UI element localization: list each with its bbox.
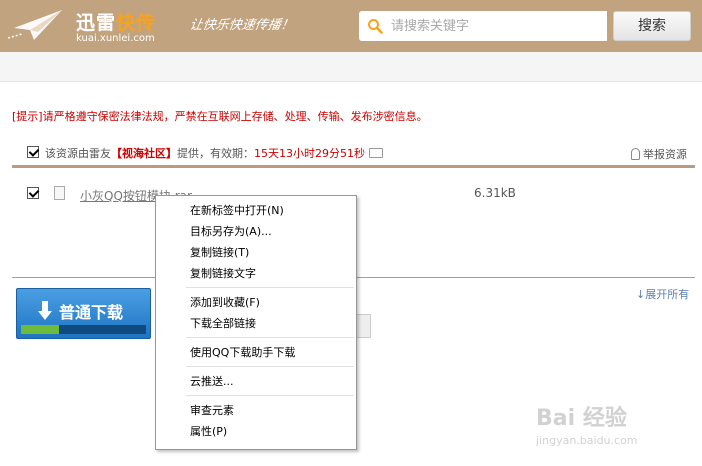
sub-header-band	[0, 52, 702, 82]
baidu-watermark: Bai 经验 jingyan.baidu.com	[536, 400, 666, 452]
section-divider	[12, 165, 695, 168]
file-checkbox[interactable]	[27, 187, 39, 199]
brand-title: 迅雷快传	[76, 8, 156, 35]
search-button[interactable]: 搜索	[613, 11, 691, 41]
top-header: 迅雷快传 kuai.xunlei.com 让快乐快速传播！ 搜索	[0, 0, 702, 52]
menu-separator	[186, 337, 354, 338]
search-box	[359, 11, 607, 41]
resource-info: 该资源由雷友【视海社区】提供，有效期：15天13小时29分51秒	[45, 145, 383, 163]
context-menu-item[interactable]: 属性(P)	[156, 421, 356, 442]
search-input[interactable]	[391, 11, 601, 41]
partially-hidden-button[interactable]	[355, 314, 371, 338]
watermark-url: jingyan.baidu.com	[536, 434, 638, 447]
brand-domain: kuai.xunlei.com	[76, 33, 155, 44]
search-icon	[368, 19, 383, 34]
site-logo[interactable]: 迅雷快传 kuai.xunlei.com	[8, 6, 198, 48]
slogan: 让快乐快速传播！	[188, 18, 295, 33]
info-middle: 提供，有效期：	[177, 147, 254, 160]
context-menu-item[interactable]: 复制链接(T)	[156, 242, 356, 263]
context-menu-item[interactable]: 添加到收藏(F)	[156, 292, 356, 313]
menu-separator	[186, 366, 354, 367]
context-menu-item[interactable]: 下载全部链接	[156, 313, 356, 334]
expand-all-link[interactable]: ↓展开所有	[636, 286, 689, 302]
download-progress-fill	[21, 325, 59, 334]
legal-notice: [提示]请严格遵守保密法律法规，严禁在互联网上存储、处理、传输、发布涉密信息。	[12, 110, 428, 123]
expiry-time: 15天13小时29分51秒	[254, 147, 365, 160]
download-progress-bar	[21, 325, 146, 334]
menu-separator	[186, 287, 354, 288]
context-menu-item[interactable]: 审查元素	[156, 400, 356, 421]
down-arrow-icon: ↓	[636, 288, 646, 301]
download-arrow-icon	[38, 301, 52, 320]
lightbulb-icon	[631, 148, 640, 160]
watermark-brand: Bai 经验	[536, 406, 627, 431]
context-menu-item[interactable]: 使用QQ下载助手下载	[156, 342, 356, 363]
download-label: 普通下载	[59, 303, 124, 322]
file-icon	[54, 186, 65, 200]
folder-icon[interactable]	[369, 148, 383, 158]
paper-plane-icon	[8, 10, 62, 40]
context-menu: 在新标签中打开(N) 目标另存为(A)... 复制链接(T) 复制链接文字 添加到收藏(…	[155, 195, 357, 450]
context-menu-item[interactable]: 目标另存为(A)...	[156, 221, 356, 242]
context-menu-item[interactable]: 云推送...	[156, 371, 356, 392]
report-link[interactable]: 举报资源	[631, 146, 687, 162]
context-menu-item[interactable]: 在新标签中打开(N)	[156, 200, 356, 221]
report-label: 举报资源	[643, 148, 687, 161]
context-menu-item[interactable]: 复制链接文字	[156, 263, 356, 284]
uploader-link[interactable]: 【视海社区】	[111, 147, 177, 160]
expand-all-label: 展开所有	[645, 288, 690, 301]
brand-main: 迅雷	[76, 12, 117, 34]
file-size: 6.31kB	[474, 186, 516, 200]
info-prefix: 该资源由雷友	[45, 147, 111, 160]
menu-separator	[186, 395, 354, 396]
brand-accent: 快传	[116, 12, 157, 34]
resource-checkbox[interactable]	[27, 146, 39, 158]
normal-download-button[interactable]: 普通下载	[16, 288, 151, 339]
